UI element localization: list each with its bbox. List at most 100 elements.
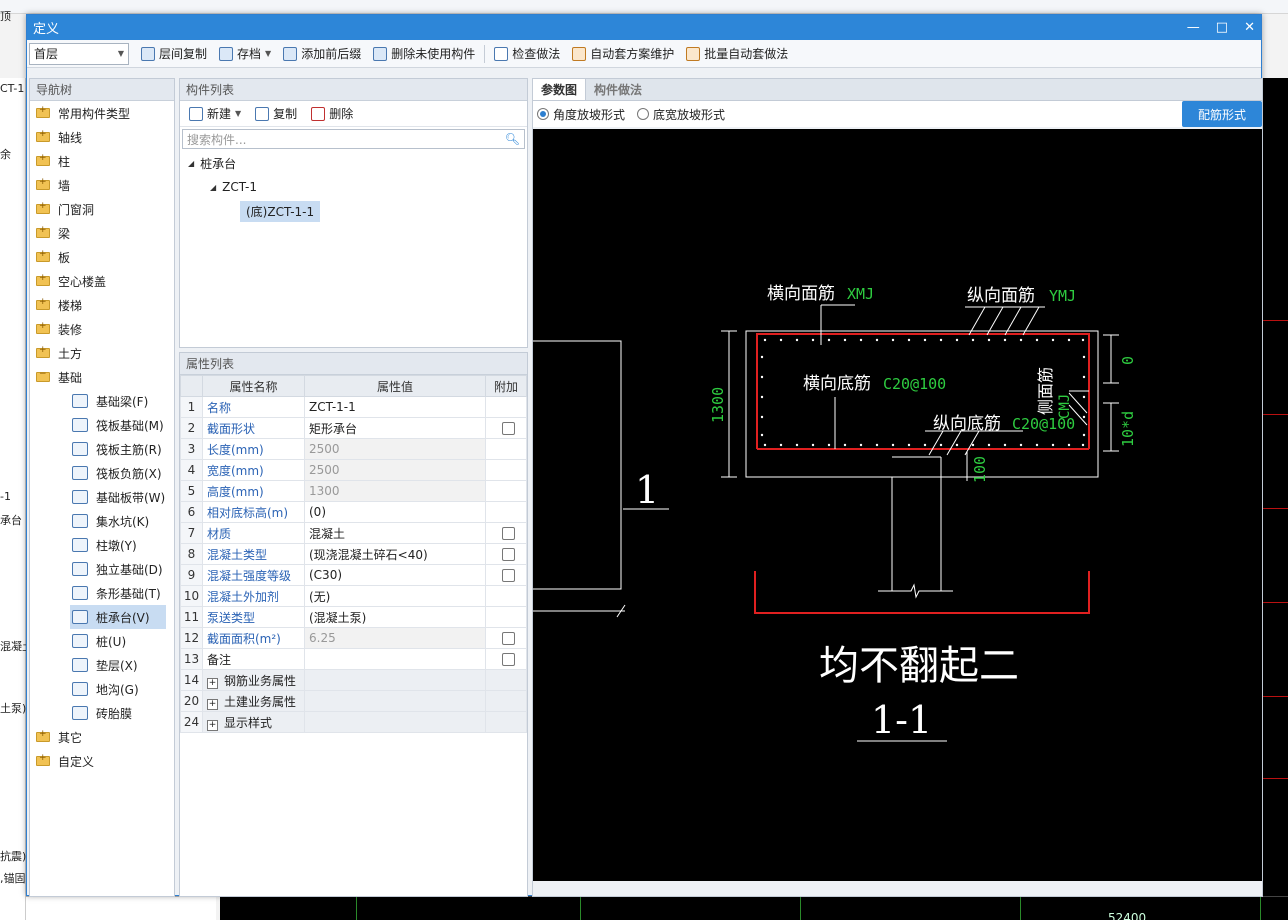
search-input[interactable]: 搜索构件... 🔍︎ [182,129,525,149]
minimize-button[interactable]: — [1187,20,1200,35]
property-value[interactable]: 2500 [304,438,486,460]
property-group-row[interactable]: 14 + 钢筋业务属性 [180,669,527,691]
property-row[interactable]: 4 宽度(mm) 2500 [180,459,527,481]
nav-item-other[interactable]: 其它 [30,725,174,749]
new-component-button[interactable]: 新建 ▼ [184,103,246,125]
tree-node-zct-1[interactable]: ◢ ZCT-1 [180,175,527,199]
close-button[interactable]: ✕ [1244,20,1255,35]
nav-item-common-types[interactable]: 常用构件类型 [30,101,174,125]
foundation-beam-icon [72,394,88,408]
nav-sub-isolated-foundation[interactable]: 独立基础(D) [30,557,174,581]
maximize-button[interactable]: □ [1216,20,1228,35]
nav-sub-sump-pit[interactable]: 集水坑(K) [30,509,174,533]
property-row[interactable]: 8 混凝土类型 (现浇混凝土碎石<40) [180,543,527,565]
delete-component-button[interactable]: 删除 [306,103,358,125]
nav-item-beam[interactable]: 梁 [30,221,174,245]
nav-item-custom[interactable]: 自定义 [30,749,174,773]
nav-item-wall[interactable]: 墙 [30,173,174,197]
copy-component-button[interactable]: 复制 [250,103,302,125]
property-row[interactable]: 1 名称 ZCT-1-1 [180,396,527,418]
attach-checkbox[interactable] [501,652,515,666]
property-row[interactable]: 6 相对底标高(m) (0) [180,501,527,523]
raft-main-rebar-icon [72,442,88,456]
property-value[interactable]: 矩形承台 [304,417,486,439]
property-group-name[interactable]: + 土建业务属性 [202,690,305,712]
property-value[interactable]: (0) [304,501,486,523]
auto-scheme-maintain-button[interactable]: 自动套方案维护 [566,43,680,65]
nav-sub-brick-mold[interactable]: 砖胎膜 [30,701,174,725]
nav-sub-foundation-strip[interactable]: 基础板带(W) [30,485,174,509]
tree-node-pile-cap[interactable]: ◢ 桩承台 [180,151,527,175]
folder-icon [36,129,50,142]
batch-auto-method-button[interactable]: 批量自动套做法 [680,43,794,65]
attach-checkbox[interactable] [501,631,515,645]
property-row[interactable]: 2 截面形状 矩形承台 [180,417,527,439]
copy-between-floors-button[interactable]: 层间复制 [135,43,213,65]
nav-item-hollow-floor[interactable]: 空心楼盖 [30,269,174,293]
nav-item-axis[interactable]: 轴线 [30,125,174,149]
nav-item-openings[interactable]: 门窗洞 [30,197,174,221]
expand-plus-icon[interactable]: + [207,719,218,731]
property-row[interactable]: 7 材质 混凝土 [180,522,527,544]
property-value[interactable]: (混凝土泵) [304,606,486,628]
radio-angle-slope[interactable] [537,108,549,120]
nav-item-slab[interactable]: 板 [30,245,174,269]
expand-plus-icon[interactable]: + [207,677,218,689]
property-value[interactable]: 1300 [304,480,486,502]
nav-sub-column-pier[interactable]: 柱墩(Y) [30,533,174,557]
nav-sub-foundation-beam[interactable]: 基础梁(F) [30,389,174,413]
attach-checkbox[interactable] [501,547,515,561]
dialog-titlebar[interactable]: 定义 — □ ✕ [27,15,1261,40]
nav-sub-cushion[interactable]: 垫层(X) [30,653,174,677]
cushion-icon [72,658,88,672]
nav-item-earthwork[interactable]: 土方 [30,341,174,365]
property-group-name[interactable]: + 钢筋业务属性 [202,669,305,691]
nav-item-foundation[interactable]: 基础 [30,365,174,389]
nav-sub-strip-foundation[interactable]: 条形基础(T) [30,581,174,605]
property-row[interactable]: 12 截面面积(m²) 6.25 [180,627,527,649]
add-prefix-suffix-button[interactable]: 添加前后缀 [277,43,367,65]
nav-item-stairs[interactable]: 楼梯 [30,293,174,317]
property-value[interactable]: (无) [304,585,486,607]
tree-node-zct-1-1[interactable]: (底)ZCT-1-1 [180,199,527,223]
delete-label: 删除 [329,107,354,121]
property-row[interactable]: 13 备注 [180,648,527,670]
property-group-row[interactable]: 20 + 土建业务属性 [180,690,527,712]
attach-checkbox[interactable] [501,526,515,540]
tab-component-method[interactable]: 构件做法 [586,79,650,100]
radio-bottom-width-slope[interactable] [637,108,650,120]
nav-item-decoration[interactable]: 装修 [30,317,174,341]
property-row[interactable]: 10 混凝土外加剂 (无) [180,585,527,607]
property-value[interactable]: 2500 [304,459,486,481]
attach-checkbox[interactable] [501,568,515,582]
property-group-name[interactable]: + 显示样式 [202,711,305,733]
property-row[interactable]: 11 泵送类型 (混凝土泵) [180,606,527,628]
prefix-suffix-icon [283,46,298,61]
floor-select[interactable]: 首层 ▼ [29,42,129,65]
nav-item-column[interactable]: 柱 [30,149,174,173]
property-value[interactable]: (C30) [304,564,486,586]
property-value[interactable]: (现浇混凝土碎石<40) [304,543,486,565]
property-row[interactable]: 3 长度(mm) 2500 [180,438,527,460]
check-method-button[interactable]: 检查做法 [488,43,566,65]
property-group-row[interactable]: 24 + 显示样式 [180,711,527,733]
property-value[interactable] [304,648,486,670]
attach-checkbox[interactable] [501,421,515,435]
expand-plus-icon[interactable]: + [207,698,218,710]
rebar-form-button[interactable]: 配筋形式 [1182,101,1262,127]
property-row[interactable]: 9 混凝土强度等级 (C30) [180,564,527,586]
nav-sub-raft-negative-rebar[interactable]: 筏板负筋(X) [30,461,174,485]
property-value[interactable]: ZCT-1-1 [304,396,486,418]
nav-sub-raft-foundation[interactable]: 筏板基础(M) [30,413,174,437]
property-row[interactable]: 5 高度(mm) 1300 [180,480,527,502]
tab-parameter-diagram[interactable]: 参数图 [533,79,587,100]
nav-sub-pile-cap[interactable]: 桩承台(V) [70,605,166,629]
nav-sub-trench[interactable]: 地沟(G) [30,677,174,701]
property-value[interactable]: 6.25 [304,627,486,649]
search-icon[interactable]: 🔍︎ [505,132,520,146]
nav-sub-raft-main-rebar[interactable]: 筏板主筋(R) [30,437,174,461]
archive-button[interactable]: 存档 ▼ [213,43,277,65]
delete-unused-button[interactable]: 删除未使用构件 [367,43,481,65]
property-value[interactable]: 混凝土 [304,522,486,544]
nav-sub-pile[interactable]: 桩(U) [30,629,174,653]
